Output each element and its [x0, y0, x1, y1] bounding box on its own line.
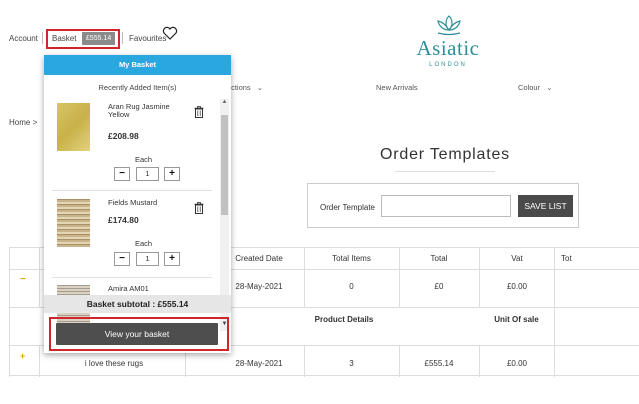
- table-border: [304, 247, 305, 307]
- highlight-box-basket: [46, 29, 120, 49]
- nav-label: Colour: [518, 83, 541, 92]
- rug-thumbnail[interactable]: [57, 103, 90, 151]
- lotus-icon: [437, 15, 461, 36]
- table-border: [39, 247, 40, 307]
- unit-label: Each: [135, 239, 153, 248]
- unit-label: Each: [135, 155, 153, 164]
- order-template-input[interactable]: [381, 195, 511, 217]
- favourites-link[interactable]: Favourites: [129, 34, 166, 43]
- basket-item: Aran Rug Jasmine Yellow £208.98 Each − 1…: [44, 99, 219, 191]
- qty-input[interactable]: 1: [136, 167, 159, 181]
- table-border: [9, 247, 10, 377]
- chevron-down-icon: ⌄: [546, 83, 553, 92]
- col-total-items: Total Items: [332, 254, 371, 263]
- scroll-up-arrow-icon[interactable]: ▲: [220, 99, 229, 109]
- col-total-inc: Tot: [561, 254, 572, 263]
- total-cell: £0: [434, 282, 444, 291]
- total-cell: £555.14: [424, 359, 454, 368]
- collapse-toggle[interactable]: −: [20, 274, 26, 285]
- recently-added-label: Recently Added Item(s): [98, 83, 177, 92]
- table-border: [399, 345, 400, 377]
- highlight-box-view-basket: [49, 317, 229, 351]
- qty-decrease-button[interactable]: −: [114, 252, 130, 266]
- item-name[interactable]: Aran Rug Jasmine Yellow: [108, 103, 188, 119]
- unit-of-sale-header: Unit Of sale: [494, 315, 539, 324]
- basket-item: Fields Mustard £174.80 Each − 1 +: [44, 195, 219, 287]
- scrollbar-thumb[interactable]: [221, 115, 228, 215]
- qty-input[interactable]: 1: [136, 252, 159, 266]
- table-border: [9, 375, 639, 376]
- table-border: [479, 247, 480, 307]
- basket-dropdown-title: My Basket: [44, 55, 231, 75]
- title-divider: [395, 171, 495, 172]
- product-details-header: Product Details: [314, 315, 374, 324]
- qty-decrease-button[interactable]: −: [114, 167, 130, 181]
- divider: [42, 32, 43, 44]
- table-border: [304, 345, 305, 377]
- vat-cell: £0.00: [506, 282, 528, 291]
- nav-new-arrivals[interactable]: New Arrivals: [376, 83, 418, 92]
- col-vat: Vat: [511, 254, 523, 263]
- col-total: Total: [430, 254, 448, 263]
- qty-increase-button[interactable]: +: [164, 252, 180, 266]
- breadcrumb-separator: >: [32, 118, 38, 127]
- basket-dropdown: My Basket Recently Added Item(s) Aran Ru…: [44, 55, 231, 353]
- created-date-cell: 28-May-2021: [235, 282, 283, 291]
- table-border: [399, 247, 400, 307]
- item-name[interactable]: Amira AM01: [108, 285, 188, 293]
- vat-cell: £0.00: [506, 359, 528, 368]
- trash-icon[interactable]: [194, 202, 204, 216]
- basket-subtotal: Basket subtotal : £555.14: [44, 295, 231, 313]
- breadcrumb: Home >: [9, 118, 37, 127]
- heart-icon[interactable]: [162, 26, 178, 42]
- total-items-cell: 3: [349, 359, 354, 368]
- item-name[interactable]: Fields Mustard: [108, 199, 188, 207]
- order-template-form: Order Template SAVE LIST: [307, 183, 579, 228]
- account-link[interactable]: Account: [9, 34, 38, 43]
- order-template-label: Order Template: [320, 203, 375, 212]
- template-name-cell[interactable]: i love these rugs: [54, 359, 174, 368]
- logo-tagline: LONDON: [429, 62, 467, 68]
- qty-increase-button[interactable]: +: [164, 167, 180, 181]
- nav-colour[interactable]: Colour ⌄: [518, 83, 552, 92]
- item-price: £208.98: [108, 131, 139, 141]
- table-border: [554, 247, 555, 377]
- page-title: Order Templates: [380, 146, 510, 163]
- chevron-down-icon: ⌄: [256, 83, 264, 92]
- save-list-button[interactable]: SAVE LIST: [518, 195, 573, 217]
- breadcrumb-home[interactable]: Home: [9, 118, 30, 127]
- rug-thumbnail[interactable]: [57, 199, 90, 247]
- divider: [122, 32, 123, 44]
- table-border: [479, 345, 480, 377]
- logo-wordmark: Asiatic: [416, 36, 480, 60]
- item-divider: [52, 277, 212, 278]
- col-created-date: Created Date: [235, 254, 283, 263]
- brand-logo[interactable]: Asiatic LONDON: [410, 10, 486, 72]
- table-border: [39, 345, 40, 377]
- item-price: £174.80: [108, 215, 139, 225]
- item-divider: [52, 190, 212, 191]
- created-date-cell: 28-May-2021: [235, 359, 283, 368]
- expand-toggle[interactable]: +: [20, 351, 25, 361]
- total-items-cell: 0: [349, 282, 354, 291]
- trash-icon[interactable]: [194, 106, 204, 120]
